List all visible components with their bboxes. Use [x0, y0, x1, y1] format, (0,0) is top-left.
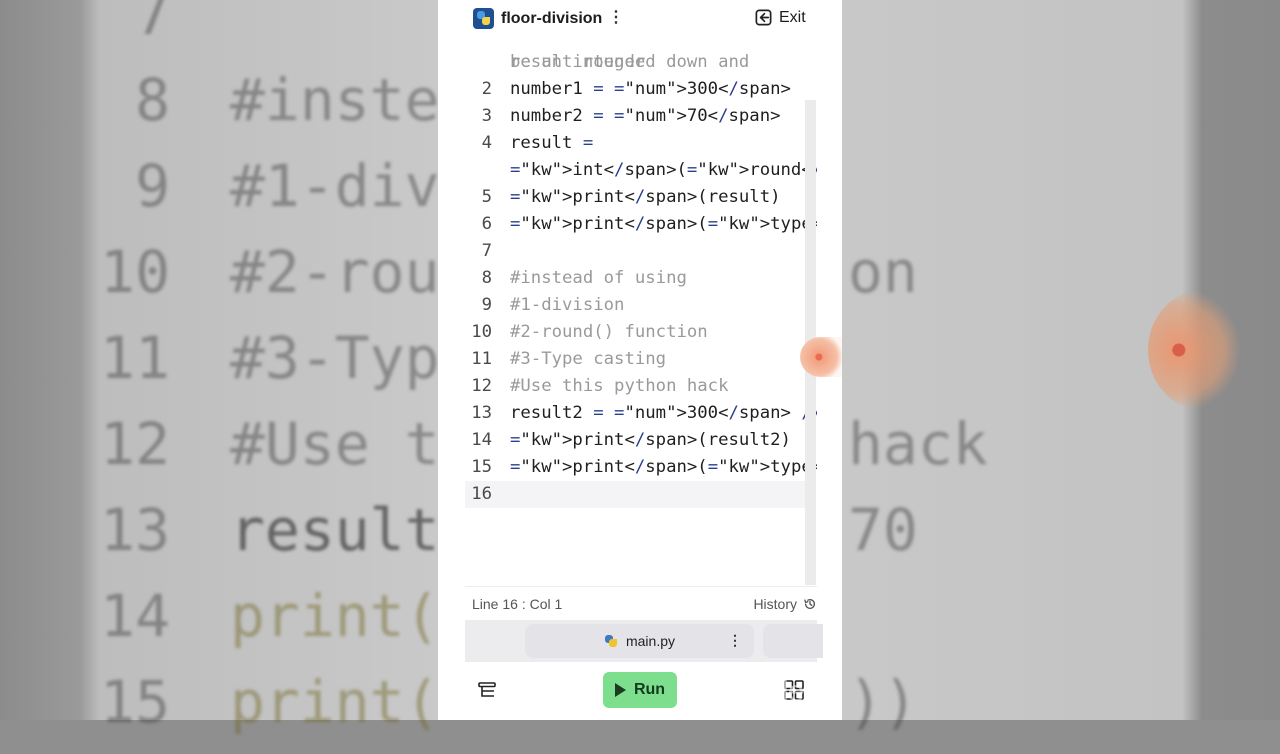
line-number: 14 — [471, 430, 492, 450]
file-tabs: main.py ⋮ — [465, 620, 823, 662]
line-number: 3 — [481, 106, 492, 126]
line-number: 9 — [481, 295, 492, 315]
code-line[interactable]: 2 number1 = ="num">300</span> — [465, 76, 805, 103]
line-number: 8 — [481, 268, 492, 288]
run-button[interactable]: Run — [603, 672, 677, 708]
code-line[interactable]: 5 ="kw">print</span>(result) — [465, 184, 805, 211]
code-line[interactable]: 15 ="kw">print</span>(="kw">type</span>(r… — [465, 454, 817, 481]
line-number: 5 — [481, 187, 492, 207]
code-line[interactable]: 16 — [465, 481, 805, 508]
status-bar: Line 16 : Col 1 History — [465, 586, 817, 619]
code-text: result2 = ="num">300</span> // ="num">70… — [510, 403, 817, 423]
tab-menu-button[interactable]: ⋮ — [728, 632, 742, 649]
background-line-text: #inste — [230, 66, 440, 134]
background-line-number: 11 — [100, 324, 170, 392]
code-text: #instead of using — [510, 268, 687, 288]
background-line-text: print( — [230, 668, 440, 736]
history-icon — [804, 599, 816, 610]
background-line-number: 15 — [100, 668, 170, 736]
background-line-text: #3-Typ — [230, 324, 440, 392]
line-number: 13 — [471, 403, 492, 423]
background-line-text: #2-rou — [230, 238, 440, 306]
background-line-number: 9 — [135, 152, 170, 220]
background-line-number: 13 — [100, 496, 170, 564]
line-number: 11 — [471, 349, 492, 369]
background-line-tail: 70 — [848, 496, 918, 564]
code-text: #1-division — [510, 295, 625, 315]
code-line[interactable]: 10 #2-round() function — [465, 319, 805, 346]
background-line-number: 8 — [135, 66, 170, 134]
line-number: 15 — [471, 457, 492, 477]
python-file-icon — [604, 634, 618, 648]
background-line-number: 14 — [100, 582, 170, 650]
history-label: History — [753, 596, 797, 612]
code-text: ="kw">print</span>(result2) — [510, 430, 791, 450]
code-line[interactable]: 4 result = — [465, 130, 805, 157]
code-text: ="kw">print</span>(="kw">type</span>(res… — [510, 214, 817, 234]
file-tree-icon[interactable] — [477, 680, 497, 700]
line-number: 2 — [481, 79, 492, 99]
code-line[interactable]: be an integer — [465, 49, 805, 76]
code-line-partial: result rounded down and — [465, 22, 805, 72]
tab-main-py[interactable]: main.py ⋮ — [525, 624, 754, 658]
phone-screen: floor-division ⋮ Exit result rounded dow… — [438, 0, 842, 720]
code-text: ="kw">print</span>(result) — [510, 187, 781, 207]
code-text: be an integer — [510, 52, 646, 72]
background-line-text: print( — [230, 582, 440, 650]
background-line-number: 10 — [100, 238, 170, 306]
code-text: ="kw">int</span>(="kw">round</span>(="nu… — [510, 160, 817, 180]
touch-indicator — [800, 337, 842, 377]
run-label: Run — [633, 681, 666, 698]
background-line-text: #Use t — [230, 410, 440, 478]
code-line[interactable]: 3 number2 = ="num">70</span> — [465, 103, 805, 130]
background-line-tail: hack — [848, 410, 988, 478]
code-line[interactable]: 9 #1-division — [465, 292, 805, 319]
code-line[interactable]: 14 ="kw">print</span>(result2) — [465, 427, 805, 454]
code-text: #Use this python hack — [510, 376, 729, 396]
code-editor[interactable]: result rounded down and be an integer 2 nu… — [465, 22, 817, 585]
line-number: 12 — [471, 376, 492, 396]
recorder-watermark: XRecorder — [678, 675, 813, 708]
code-text: result = — [510, 133, 594, 153]
code-line[interactable]: 11 #3-Type casting — [465, 346, 805, 373]
code-text: #2-round() function — [510, 322, 708, 342]
tab-partial[interactable] — [763, 624, 823, 658]
code-text: ="kw">print</span>(="kw">type</span>(res… — [510, 457, 817, 477]
code-text: number1 = ="num">300</span> — [510, 79, 791, 99]
background-touch-indicator — [1148, 290, 1258, 410]
code-line[interactable]: ="kw">int</span>(="kw">round</span>(="nu… — [465, 157, 817, 184]
line-number: 6 — [481, 214, 492, 234]
background-line-number: 12 — [100, 410, 170, 478]
line-number: 4 — [481, 133, 492, 153]
line-number: 16 — [471, 484, 492, 504]
code-line[interactable]: 6 ="kw">print</span>(="kw">type</span>(re… — [465, 211, 817, 238]
code-line[interactable]: 12 #Use this python hack — [465, 373, 805, 400]
code-text: number2 = ="num">70</span> — [510, 106, 781, 126]
code-line[interactable]: 7 — [465, 238, 805, 265]
background-line-tail: )) — [848, 668, 918, 736]
line-number: 10 — [471, 322, 492, 342]
line-number: 7 — [481, 241, 492, 261]
background-line-text: #1-div — [230, 152, 440, 220]
background-line-number: 7 — [135, 0, 170, 48]
code-line[interactable]: 13 result2 = ="num">300</span> // ="num">… — [465, 400, 817, 427]
history-button[interactable]: History — [753, 596, 817, 612]
cursor-position: Line 16 : Col 1 — [472, 596, 563, 612]
code-line[interactable]: 8 #instead of using — [465, 265, 805, 292]
tab-label: main.py — [625, 633, 676, 649]
code-text: #3-Type casting — [510, 349, 667, 369]
background-line-tail: on — [848, 238, 918, 306]
run-play-icon — [614, 683, 626, 697]
background-line-text: result — [230, 496, 440, 564]
